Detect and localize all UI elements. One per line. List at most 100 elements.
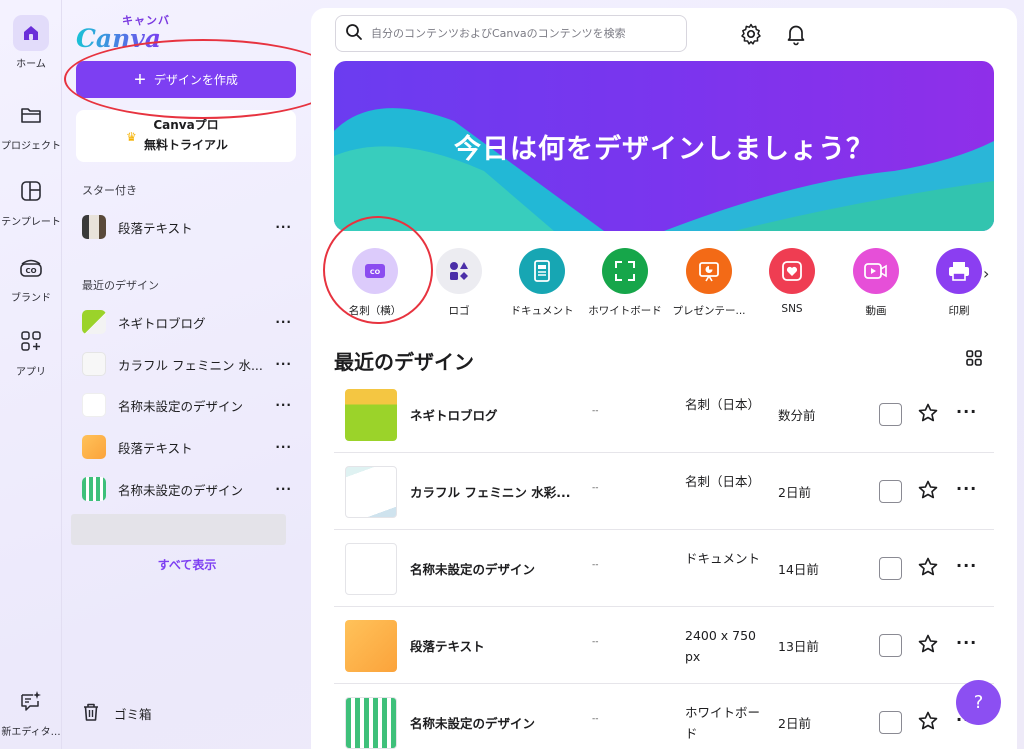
placeholder-bar — [71, 514, 286, 545]
grid-view-icon[interactable] — [965, 349, 983, 371]
design-thumbnail — [345, 697, 397, 749]
main-panel: 今日は何をデザインしましょう？ CO 名刺（横） ロゴ ドキュメント ホワイトボ… — [311, 8, 1017, 749]
category-business-card[interactable]: CO 名刺（横） — [333, 248, 417, 318]
trash-label: ゴミ箱 — [114, 707, 152, 722]
recent-side-item[interactable]: 段落テキスト ··· — [82, 432, 292, 462]
select-checkbox[interactable] — [879, 557, 902, 580]
category-logo[interactable]: ロゴ — [417, 248, 501, 318]
rail-label: プロジェクト — [1, 141, 61, 152]
recent-side-item[interactable]: 名称未設定のデザイン ··· — [82, 390, 292, 420]
recent-side-label: 段落テキスト — [118, 440, 193, 456]
rail-item-projects[interactable]: プロジェクト — [0, 97, 62, 152]
notifications-bell-icon[interactable] — [784, 22, 808, 46]
home-icon — [13, 15, 49, 51]
category-label: ロゴ — [448, 305, 470, 317]
more-options-icon[interactable]: ··· — [272, 398, 292, 412]
more-options-icon[interactable]: ··· — [272, 482, 292, 496]
more-options-icon[interactable]: ··· — [272, 220, 292, 234]
design-name: カラフル フェミニン 水彩... — [410, 485, 571, 500]
star-icon[interactable] — [917, 402, 939, 427]
more-options-icon[interactable]: ··· — [956, 556, 977, 575]
more-options-icon[interactable]: ··· — [272, 357, 292, 371]
search-input[interactable] — [371, 27, 671, 40]
svg-text:CO: CO — [370, 268, 381, 276]
brand-icon: CO — [13, 249, 49, 285]
category-label: ホワイトボード — [588, 305, 662, 317]
design-edited: 2日前 — [778, 485, 811, 500]
rail-label: 新エディタ… — [1, 727, 61, 738]
help-button[interactable]: ? — [956, 680, 1001, 725]
star-icon[interactable] — [917, 633, 939, 658]
design-thumbnail — [82, 435, 106, 459]
design-row[interactable]: 名称未設定のデザイン -- ドキュメント 14日前 ··· — [334, 530, 994, 607]
rail-label: アプリ — [16, 367, 46, 378]
plus-icon: + — [134, 68, 146, 91]
category-label: 動画 — [865, 305, 887, 317]
more-options-icon[interactable]: ··· — [272, 315, 292, 329]
design-row[interactable]: 名称未設定のデザイン -- ホワイトボード 2日前 ··· — [334, 684, 994, 749]
design-thumbnail — [82, 310, 106, 334]
category-presentation[interactable]: プレゼンテー... — [667, 248, 751, 318]
design-owner: -- — [592, 560, 599, 570]
starred-heading: スター付き — [82, 184, 137, 197]
recent-side-item[interactable]: 名称未設定のデザイン ··· — [82, 474, 292, 504]
svg-text:CO: CO — [25, 267, 36, 275]
category-sns[interactable]: SNS — [750, 248, 834, 315]
create-design-button[interactable]: + デザインを作成 — [76, 61, 296, 98]
category-video[interactable]: 動画 — [834, 248, 918, 318]
design-row[interactable]: 段落テキスト -- 2400 x 750 px 13日前 ··· — [334, 607, 994, 684]
settings-gear-icon[interactable] — [739, 22, 763, 46]
starred-item[interactable]: 段落テキスト ··· — [82, 212, 292, 242]
recent-side-label: 名称未設定のデザイン — [118, 482, 244, 498]
more-options-icon[interactable]: ··· — [272, 440, 292, 454]
business-card-icon: CO — [352, 248, 398, 294]
presentation-icon — [686, 248, 732, 294]
category-label: ドキュメント — [510, 305, 574, 317]
sparkle-chat-icon — [13, 683, 49, 719]
show-all-link[interactable]: すべて表示 — [122, 556, 252, 573]
more-options-icon[interactable]: ··· — [956, 402, 977, 421]
recent-side-item[interactable]: カラフル フェミニン 水... ··· — [82, 349, 292, 379]
category-print[interactable]: 印刷 — [917, 248, 1001, 318]
category-document[interactable]: ドキュメント — [500, 248, 584, 318]
star-icon[interactable] — [917, 556, 939, 581]
folder-icon — [13, 97, 49, 133]
more-options-icon[interactable]: ··· — [956, 633, 977, 652]
star-icon[interactable] — [917, 479, 939, 504]
design-row[interactable]: カラフル フェミニン 水彩... -- 名刺（日本） 2日前 ··· — [334, 453, 994, 530]
logo-shapes-icon — [436, 248, 482, 294]
logo-wordmark: Canva — [76, 24, 161, 53]
design-row[interactable]: ネギトロブログ -- 名刺（日本） 数分前 ··· — [334, 376, 994, 453]
select-checkbox[interactable] — [879, 480, 902, 503]
category-label: 印刷 — [948, 305, 970, 317]
recent-side-item[interactable]: ネギトロブログ ··· — [82, 307, 292, 337]
star-icon[interactable] — [917, 710, 939, 735]
search-box[interactable] — [335, 15, 687, 52]
select-checkbox[interactable] — [879, 711, 902, 734]
rail-item-templates[interactable]: テンプレート — [0, 173, 62, 228]
rail-item-apps[interactable]: アプリ — [0, 323, 62, 378]
canva-pro-trial-card[interactable]: ♛ Canvaプロ 無料トライアル — [76, 110, 296, 162]
design-type: ドキュメント — [685, 551, 761, 566]
more-options-icon[interactable]: ··· — [956, 479, 977, 498]
chevron-right-icon[interactable]: › — [983, 264, 989, 283]
template-icon — [13, 173, 49, 209]
canva-logo[interactable]: キャンバ Canva — [76, 12, 206, 53]
rail-item-new-editor[interactable]: 新エディタ… — [0, 683, 62, 738]
apps-icon — [13, 323, 49, 359]
document-icon — [519, 248, 565, 294]
rail-item-home[interactable]: ホーム — [0, 15, 62, 70]
design-name: 名称未設定のデザイン — [410, 562, 536, 577]
design-thumbnail — [82, 352, 106, 376]
select-checkbox[interactable] — [879, 634, 902, 657]
heart-icon — [769, 248, 815, 294]
design-edited: 2日前 — [778, 716, 811, 731]
trash-button[interactable]: ゴミ箱 — [82, 702, 152, 725]
design-owner: -- — [592, 637, 599, 647]
rail-item-brand[interactable]: CO ブランド — [0, 249, 62, 304]
category-whiteboard[interactable]: ホワイトボード — [583, 248, 667, 318]
select-checkbox[interactable] — [879, 403, 902, 426]
trash-icon — [82, 702, 100, 725]
design-type: ホワイトボード — [685, 705, 761, 741]
hero-banner: 今日は何をデザインしましょう？ — [334, 61, 994, 231]
